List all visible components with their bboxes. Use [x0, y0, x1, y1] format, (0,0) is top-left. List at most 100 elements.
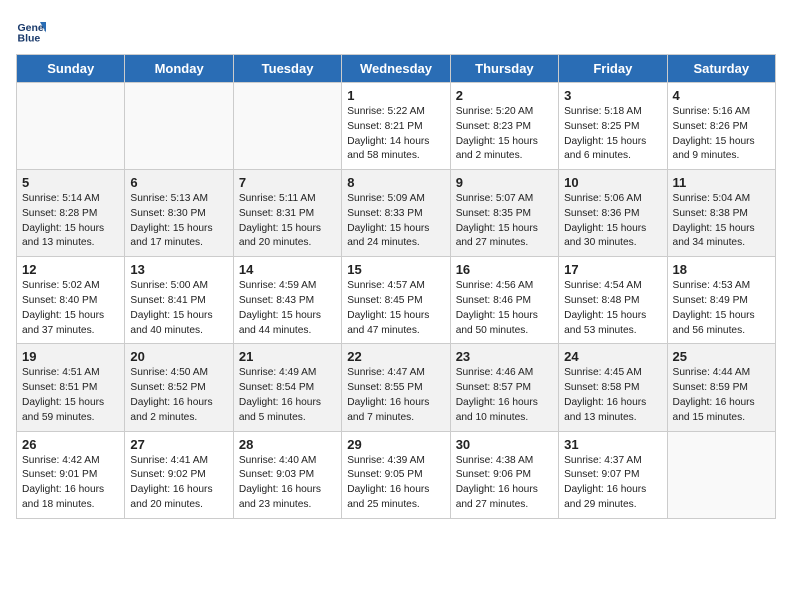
- day-number: 27: [130, 437, 227, 452]
- day-cell: 10Sunrise: 5:06 AMSunset: 8:36 PMDayligh…: [559, 170, 667, 257]
- day-info: Sunrise: 5:18 AMSunset: 8:25 PMDaylight:…: [564, 105, 661, 164]
- day-cell: 1 Sunrise: 5:22 AMSunset: 8:21 PMDaylight…: [342, 83, 450, 170]
- day-info: Sunrise: 5:02 AMSunset: 8:40 PMDaylight:…: [22, 279, 119, 338]
- day-number: 2: [456, 88, 553, 103]
- day-number: 5: [22, 175, 119, 190]
- day-info: Sunrise: 5:00 AMSunset: 8:41 PMDaylight:…: [130, 279, 227, 338]
- day-number: 7: [239, 175, 336, 190]
- day-number: 16: [456, 262, 553, 277]
- col-header-monday: Monday: [125, 55, 233, 83]
- day-number: 21: [239, 349, 336, 364]
- day-number: 17: [564, 262, 661, 277]
- day-cell: 25 Sunrise: 4:44 AMSunset: 8:59 PMDayligh…: [667, 344, 775, 431]
- day-cell: 27 Sunrise: 4:41 AMSunset: 9:02 PMDayligh…: [125, 431, 233, 518]
- day-cell: 8 Sunrise: 5:09 AMSunset: 8:33 PMDaylight…: [342, 170, 450, 257]
- day-info: Sunrise: 5:11 AMSunset: 8:31 PMDaylight:…: [239, 192, 336, 251]
- day-info: Sunrise: 5:09 AMSunset: 8:33 PMDaylight:…: [347, 192, 444, 251]
- day-cell: 22 Sunrise: 4:47 AMSunset: 8:55 PMDayligh…: [342, 344, 450, 431]
- day-info: Sunrise: 4:40 AMSunset: 9:03 PMDaylight:…: [239, 454, 336, 513]
- day-cell: 7 Sunrise: 5:11 AMSunset: 8:31 PMDaylight…: [233, 170, 341, 257]
- day-number: 31: [564, 437, 661, 452]
- col-header-thursday: Thursday: [450, 55, 558, 83]
- page-header: General Blue: [16, 16, 776, 46]
- col-header-sunday: Sunday: [17, 55, 125, 83]
- day-number: 13: [130, 262, 227, 277]
- day-info: Sunrise: 4:42 AMSunset: 9:01 PMDaylight:…: [22, 454, 119, 513]
- day-cell: 12 Sunrise: 5:02 AMSunset: 8:40 PMDayligh…: [17, 257, 125, 344]
- day-info: Sunrise: 5:13 AMSunset: 8:30 PMDaylight:…: [130, 192, 227, 251]
- day-number: 23: [456, 349, 553, 364]
- day-info: Sunrise: 4:45 AMSunset: 8:58 PMDaylight:…: [564, 366, 661, 425]
- day-number: 18: [673, 262, 770, 277]
- week-row-5: 26 Sunrise: 4:42 AMSunset: 9:01 PMDayligh…: [17, 431, 776, 518]
- day-number: 14: [239, 262, 336, 277]
- col-header-friday: Friday: [559, 55, 667, 83]
- day-number: 22: [347, 349, 444, 364]
- day-info: Sunrise: 4:50 AMSunset: 8:52 PMDaylight:…: [130, 366, 227, 425]
- day-info: Sunrise: 4:37 AMSunset: 9:07 PMDaylight:…: [564, 454, 661, 513]
- logo-icon: General Blue: [16, 16, 46, 46]
- day-number: 26: [22, 437, 119, 452]
- day-cell: 13 Sunrise: 5:00 AMSunset: 8:41 PMDayligh…: [125, 257, 233, 344]
- day-cell: 28 Sunrise: 4:40 AMSunset: 9:03 PMDayligh…: [233, 431, 341, 518]
- col-header-tuesday: Tuesday: [233, 55, 341, 83]
- day-info: Sunrise: 4:53 AMSunset: 8:49 PMDaylight:…: [673, 279, 770, 338]
- day-cell: 3 Sunrise: 5:18 AMSunset: 8:25 PMDaylight…: [559, 83, 667, 170]
- day-info: Sunrise: 4:47 AMSunset: 8:55 PMDaylight:…: [347, 366, 444, 425]
- day-cell: [667, 431, 775, 518]
- day-cell: 24 Sunrise: 4:45 AMSunset: 8:58 PMDayligh…: [559, 344, 667, 431]
- day-number: 24: [564, 349, 661, 364]
- day-number: 6: [130, 175, 227, 190]
- day-info: Sunrise: 4:56 AMSunset: 8:46 PMDaylight:…: [456, 279, 553, 338]
- day-info: Sunrise: 4:39 AMSunset: 9:05 PMDaylight:…: [347, 454, 444, 513]
- day-info: Sunrise: 4:51 AMSunset: 8:51 PMDaylight:…: [22, 366, 119, 425]
- day-info: Sunrise: 4:38 AMSunset: 9:06 PMDaylight:…: [456, 454, 553, 513]
- day-info: Sunrise: 4:44 AMSunset: 8:59 PMDaylight:…: [673, 366, 770, 425]
- day-cell: 2 Sunrise: 5:20 AMSunset: 8:23 PMDaylight…: [450, 83, 558, 170]
- day-info: Sunrise: 5:07 AMSunset: 8:35 PMDaylight:…: [456, 192, 553, 251]
- day-cell: 6 Sunrise: 5:13 AMSunset: 8:30 PMDaylight…: [125, 170, 233, 257]
- day-info: Sunrise: 5:16 AMSunset: 8:26 PMDaylight:…: [673, 105, 770, 164]
- day-number: 8: [347, 175, 444, 190]
- svg-text:Blue: Blue: [18, 33, 41, 45]
- col-header-saturday: Saturday: [667, 55, 775, 83]
- day-number: 19: [22, 349, 119, 364]
- day-number: 15: [347, 262, 444, 277]
- week-row-1: 1 Sunrise: 5:22 AMSunset: 8:21 PMDaylight…: [17, 83, 776, 170]
- day-cell: 16 Sunrise: 4:56 AMSunset: 8:46 PMDayligh…: [450, 257, 558, 344]
- week-row-2: 5 Sunrise: 5:14 AMSunset: 8:28 PMDaylight…: [17, 170, 776, 257]
- day-cell: 26 Sunrise: 4:42 AMSunset: 9:01 PMDayligh…: [17, 431, 125, 518]
- day-cell: [233, 83, 341, 170]
- day-info: Sunrise: 4:54 AMSunset: 8:48 PMDaylight:…: [564, 279, 661, 338]
- day-number: 10: [564, 175, 661, 190]
- day-cell: 18 Sunrise: 4:53 AMSunset: 8:49 PMDayligh…: [667, 257, 775, 344]
- calendar-table: SundayMondayTuesdayWednesdayThursdayFrid…: [16, 54, 776, 519]
- day-cell: 20Sunrise: 4:50 AMSunset: 8:52 PMDayligh…: [125, 344, 233, 431]
- day-cell: [17, 83, 125, 170]
- day-number: 3: [564, 88, 661, 103]
- day-number: 12: [22, 262, 119, 277]
- day-info: Sunrise: 4:59 AMSunset: 8:43 PMDaylight:…: [239, 279, 336, 338]
- logo: General Blue: [16, 16, 50, 46]
- day-number: 28: [239, 437, 336, 452]
- day-number: 25: [673, 349, 770, 364]
- day-info: Sunrise: 5:14 AMSunset: 8:28 PMDaylight:…: [22, 192, 119, 251]
- day-cell: 30 Sunrise: 4:38 AMSunset: 9:06 PMDayligh…: [450, 431, 558, 518]
- day-number: 1: [347, 88, 444, 103]
- day-cell: 23 Sunrise: 4:46 AMSunset: 8:57 PMDayligh…: [450, 344, 558, 431]
- day-info: Sunrise: 5:22 AMSunset: 8:21 PMDaylight:…: [347, 105, 444, 164]
- day-number: 30: [456, 437, 553, 452]
- day-cell: 11Sunrise: 5:04 AMSunset: 8:38 PMDayligh…: [667, 170, 775, 257]
- day-info: Sunrise: 4:49 AMSunset: 8:54 PMDaylight:…: [239, 366, 336, 425]
- day-cell: 17 Sunrise: 4:54 AMSunset: 8:48 PMDayligh…: [559, 257, 667, 344]
- day-cell: 31 Sunrise: 4:37 AMSunset: 9:07 PMDayligh…: [559, 431, 667, 518]
- day-cell: 29Sunrise: 4:39 AMSunset: 9:05 PMDayligh…: [342, 431, 450, 518]
- day-cell: 15Sunrise: 4:57 AMSunset: 8:45 PMDayligh…: [342, 257, 450, 344]
- day-info: Sunrise: 4:41 AMSunset: 9:02 PMDaylight:…: [130, 454, 227, 513]
- day-info: Sunrise: 5:20 AMSunset: 8:23 PMDaylight:…: [456, 105, 553, 164]
- day-cell: 21 Sunrise: 4:49 AMSunset: 8:54 PMDayligh…: [233, 344, 341, 431]
- day-cell: 14 Sunrise: 4:59 AMSunset: 8:43 PMDayligh…: [233, 257, 341, 344]
- day-number: 4: [673, 88, 770, 103]
- day-info: Sunrise: 4:46 AMSunset: 8:57 PMDaylight:…: [456, 366, 553, 425]
- day-cell: 9Sunrise: 5:07 AMSunset: 8:35 PMDaylight…: [450, 170, 558, 257]
